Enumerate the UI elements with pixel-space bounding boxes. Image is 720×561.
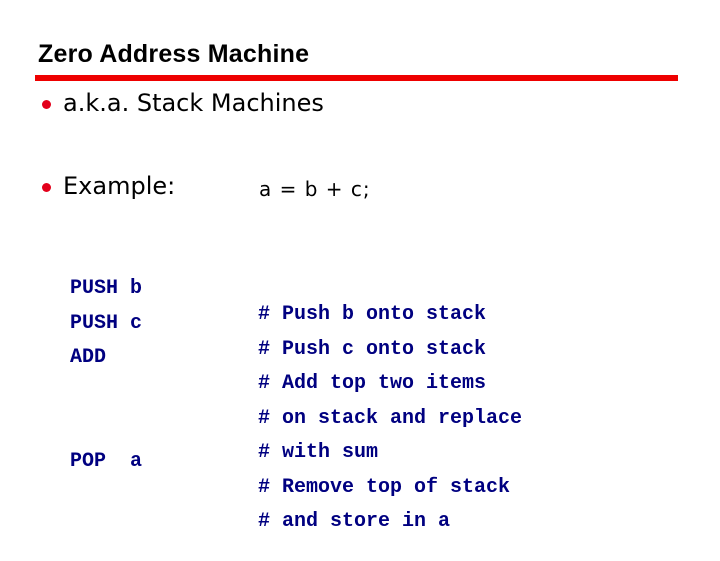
example-expression: a = b + c; <box>259 177 371 201</box>
code-line: # with sum <box>70 388 378 464</box>
bullet-item: Example: <box>42 172 175 200</box>
code-line: # on stack and replace <box>70 354 522 430</box>
code-comment: # Remove top of stack <box>258 475 511 499</box>
title-underline <box>35 75 678 81</box>
code-comment: # on stack and replace <box>258 406 523 430</box>
bullet-text: a.k.a. Stack Machines <box>63 89 324 117</box>
code-comment: # Push c onto stack <box>258 337 487 361</box>
bullet-text: Example: <box>63 172 176 200</box>
code-line: PUSH b # Push b onto stack <box>70 250 486 326</box>
slide-title: Zero Address Machine <box>38 40 310 68</box>
code-line: POP a # Remove top of stack <box>70 423 510 499</box>
code-comment: # Add top two items <box>258 372 487 395</box>
code-line: ADD # Add top two items <box>70 319 486 395</box>
code-comment: # and store in a <box>258 510 451 533</box>
code-comment: # Push b onto stack <box>258 303 487 326</box>
bullet-icon <box>42 99 51 109</box>
code-line: PUSH c # Push c onto stack <box>70 285 486 361</box>
code-comment: # with sum <box>258 441 379 464</box>
bullet-icon <box>42 182 51 192</box>
bullet-item: a.k.a. Stack Machines <box>42 89 324 117</box>
code-block: PUSH b # Push b onto stack PUSH c # Push… <box>70 250 522 533</box>
code-line: # and store in a <box>70 457 450 533</box>
